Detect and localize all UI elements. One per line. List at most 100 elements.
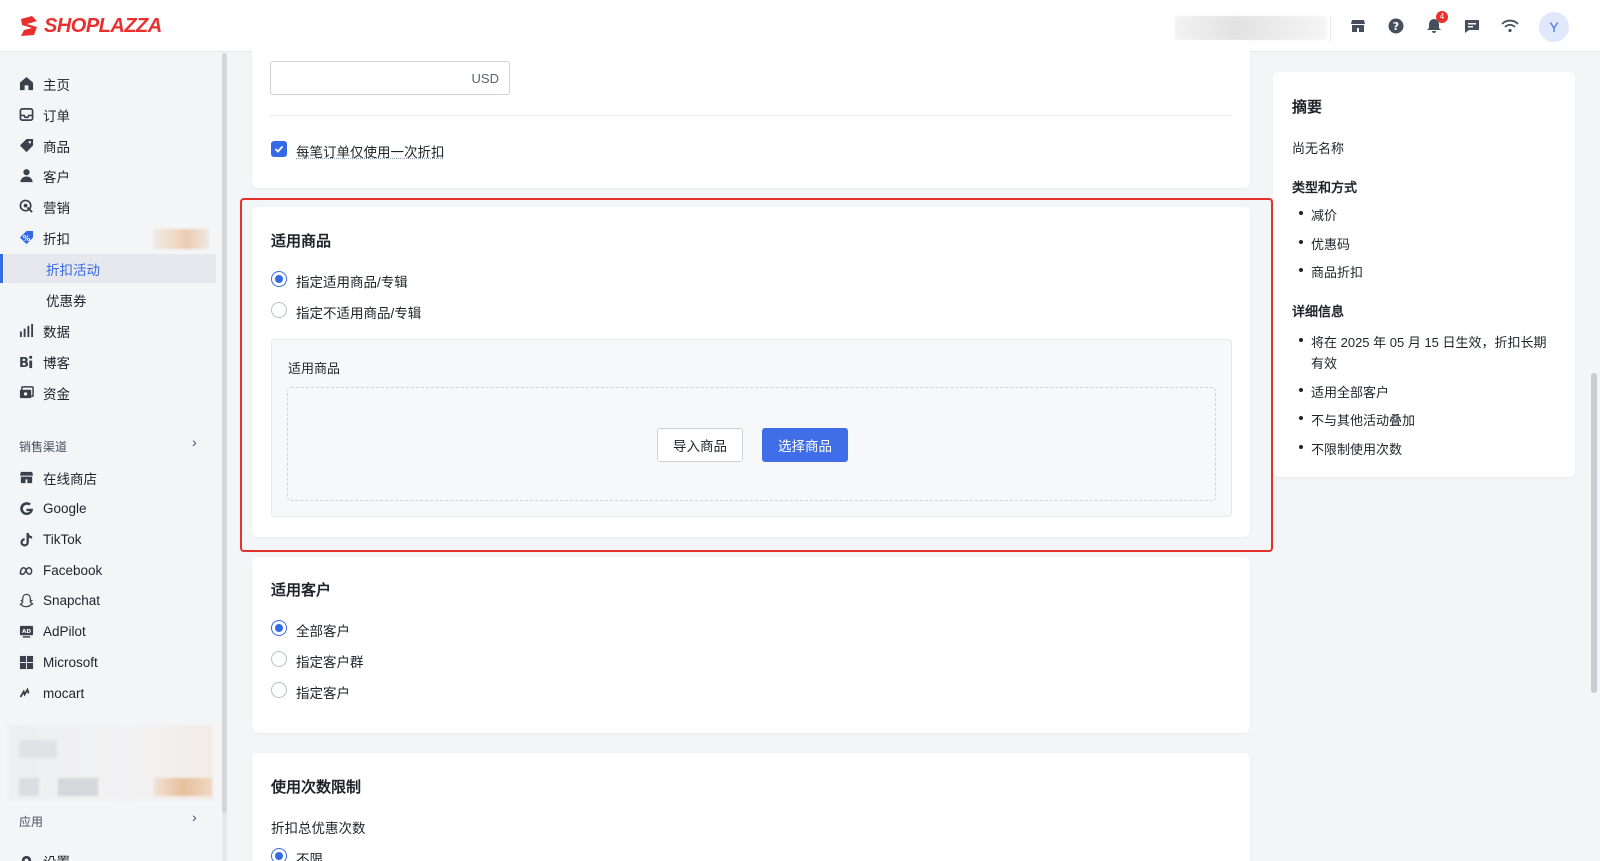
summary-type-item: 减价 [1311,205,1337,224]
sidebar-subitem-coupons[interactable]: 优惠券 [4,285,216,314]
sidebar-item-finance[interactable]: 资金 [4,378,216,407]
sidebar-item-blog[interactable]: B 博客 [4,347,216,376]
wifi-icon[interactable] [1500,16,1520,36]
chevron-right-icon[interactable]: › [192,434,197,450]
wallet-icon [18,385,34,401]
snapchat-icon [18,593,34,609]
sales-channels-heading: 销售渠道 [19,438,67,455]
redacted-block [153,229,209,249]
sidebar-item-analytics[interactable]: 数据 [4,316,216,345]
page-scrollbar-thumb[interactable] [1591,373,1597,693]
once-per-order-checkbox[interactable] [271,141,287,157]
bullet [1299,240,1303,244]
inbox-icon [18,107,34,123]
sidebar-item-label: 在线商店 [43,468,97,488]
sidebar-item-label: 设置 [43,851,70,861]
sidebar-channel-tiktok[interactable]: TikTok [4,525,216,554]
radio-unlimited[interactable] [271,848,287,861]
store-name-redacted [1175,16,1327,40]
usage-limit-title: 使用次数限制 [271,776,361,797]
summary-type-item: 商品折扣 [1311,262,1363,281]
sidebar-scrollbar[interactable] [222,53,227,861]
bullet [1299,445,1303,449]
sidebar-item-marketing[interactable]: 营销 [4,192,216,221]
shoplazza-logo[interactable]: SHOPLAZZA [18,13,162,39]
radio-label[interactable]: 指定客户 [296,682,350,702]
sidebar-channel-facebook[interactable]: Facebook [4,556,216,585]
sidebar-item-label: AdPilot [43,624,86,639]
bell-icon[interactable]: 4 [1424,16,1444,36]
summary-name: 尚无名称 [1292,138,1344,157]
chat-icon[interactable] [1462,16,1482,36]
microsoft-icon [18,655,34,671]
adpilot-icon: AD [18,624,34,640]
bullet [1299,338,1303,342]
home-icon [18,76,34,92]
usage-limit-subtitle: 折扣总优惠次数 [271,817,366,837]
redacted-block [154,778,212,796]
sidebar-channel-microsoft[interactable]: Microsoft [4,648,216,677]
applicable-customers-title: 适用客户 [271,579,331,600]
summary-type-item: 优惠码 [1311,234,1350,253]
chevron-right-icon[interactable]: › [192,809,197,825]
sidebar-item-label: 客户 [43,166,70,186]
sidebar-item-label: 折扣 [43,228,70,248]
sidebar-item-orders[interactable]: 订单 [4,100,216,129]
discount-icon: % [18,230,34,246]
radio-label[interactable]: 全部客户 [296,620,350,640]
page-scrollbar[interactable] [1588,53,1600,861]
applicable-products-title: 适用商品 [271,230,331,251]
svg-text:?: ? [1393,20,1399,33]
sidebar-channel-google[interactable]: Google [4,494,216,523]
applicable-customers-card [252,557,1250,733]
chart-icon [18,323,34,339]
sidebar-channel-adpilot[interactable]: AD AdPilot [4,617,216,646]
divider [270,115,1232,116]
bullet [1299,416,1303,420]
svg-text:AD: AD [22,629,31,635]
marketing-icon [18,199,34,215]
sidebar-item-label: 主页 [43,74,70,94]
summary-detail-item: 不限制使用次数 [1311,439,1402,458]
radio-specific-customers[interactable] [271,682,287,698]
radio-label[interactable]: 指定不适用商品/专辑 [296,302,421,322]
import-products-button[interactable]: 导入商品 [657,428,743,462]
sidebar-subitem-label: 优惠券 [46,290,87,310]
radio-all-customers[interactable] [271,620,287,636]
user-avatar[interactable]: Y [1539,12,1569,42]
bullet [1299,268,1303,272]
sidebar-channel-mocart[interactable]: mocart [4,679,216,708]
select-products-button[interactable]: 选择商品 [762,428,848,462]
sidebar-item-label: TikTok [43,532,82,547]
radio-label[interactable]: 指定客户群 [296,651,364,671]
radio-applicable-products[interactable] [271,271,287,287]
radio-label[interactable]: 不限 [296,848,323,861]
sidebar-subitem-discount-activities[interactable]: 折扣活动 [4,254,216,283]
help-icon[interactable]: ? [1386,16,1406,36]
summary-title: 摘要 [1292,96,1322,117]
meta-icon [18,563,34,579]
sidebar-scrollbar-thumb[interactable] [222,53,227,813]
sidebar-item-label: Microsoft [43,655,98,670]
sidebar-item-label: 订单 [43,105,70,125]
sidebar-item-home[interactable]: 主页 [4,69,216,98]
mocart-icon [18,686,34,702]
sidebar-channel-online-store[interactable]: 在线商店 [4,463,216,492]
summary-detail-heading: 详细信息 [1292,301,1344,320]
redacted-block [58,778,98,796]
radio-excluded-products[interactable] [271,302,287,318]
sidebar-channel-snapchat[interactable]: Snapchat [4,586,216,615]
sidebar-item-settings[interactable]: 设置 [4,846,216,861]
summary-detail-item: 适用全部客户 [1311,382,1389,401]
amount-input[interactable]: USD [270,61,510,95]
radio-customer-segments[interactable] [271,651,287,667]
radio-label[interactable]: 指定适用商品/专辑 [296,271,408,291]
store-icon[interactable] [1348,16,1368,36]
sidebar-item-customers[interactable]: 客户 [4,161,216,190]
google-icon [18,501,34,517]
once-per-order-label[interactable]: 每笔订单仅使用一次折扣 [296,141,445,161]
tag-icon [18,138,34,154]
logo-mark-icon [18,15,40,37]
sidebar-item-products[interactable]: 商品 [4,131,216,160]
usage-limit-card [252,753,1250,861]
